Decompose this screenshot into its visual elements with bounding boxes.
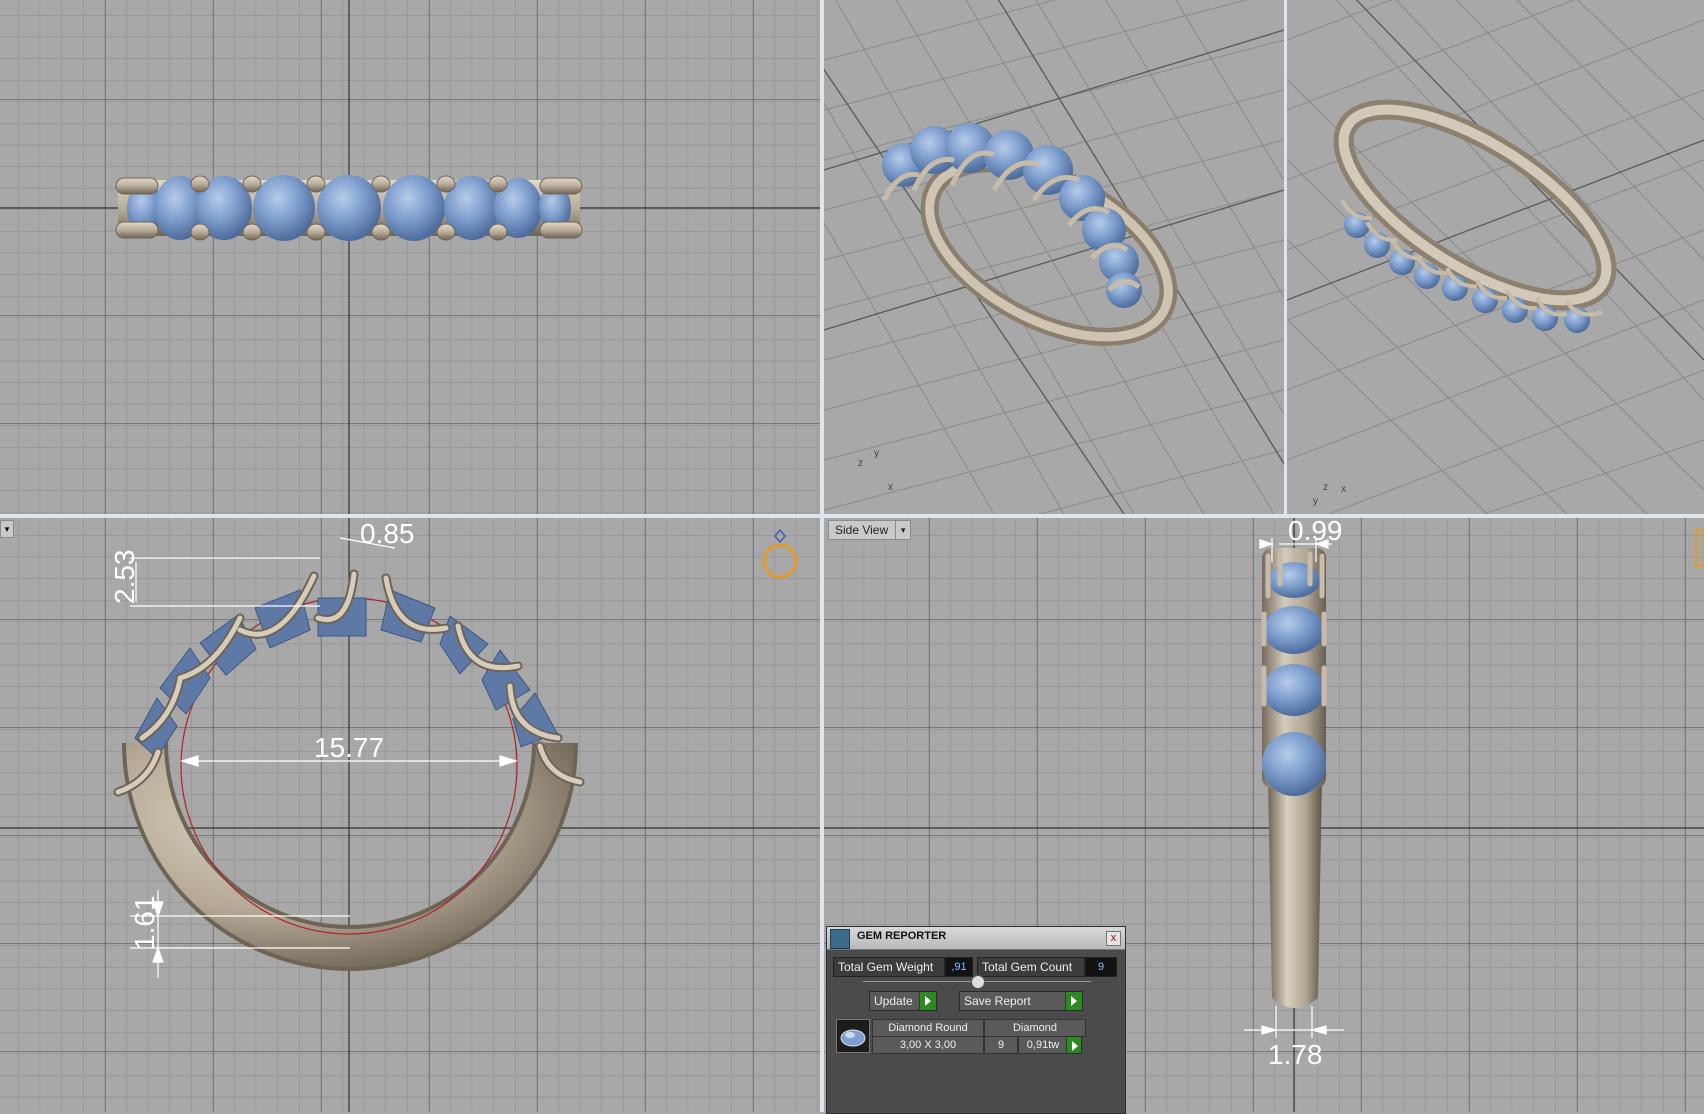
- gem-material: Diamond: [984, 1019, 1086, 1037]
- gem-reporter-panel: GEM REPORTER x Total Gem Weight ,91 Tota…: [826, 926, 1126, 1114]
- viewport-top[interactable]: [0, 0, 820, 514]
- diamond-thumbnail-icon: [836, 1019, 870, 1053]
- play-icon: [1065, 992, 1082, 1010]
- dim-side-bottom: 1.78: [1268, 1039, 1323, 1070]
- ring-top-view: [115, 175, 583, 241]
- dim-shank-top: 2.53: [109, 550, 140, 605]
- gem-reporter-title: GEM REPORTER: [857, 930, 947, 942]
- gem-weight: 0,91tw: [1018, 1036, 1068, 1054]
- dim-shank-bottom: 1.61: [129, 896, 160, 951]
- weight-slider-handle[interactable]: [971, 975, 985, 989]
- dim-top-width: 0.85: [360, 518, 415, 549]
- viewport-divider-horizontal[interactable]: [0, 514, 1704, 518]
- ring-gizmo-icon[interactable]: [762, 543, 798, 579]
- gem-list-row[interactable]: Diamond Round Diamond 3,00 X 3,00 9 0,91…: [836, 1019, 1092, 1054]
- viewport-perspective-2[interactable]: z x y: [1287, 0, 1704, 514]
- viewport-perspective[interactable]: z y x: [824, 0, 1284, 514]
- axis-indicator-2: z x y: [1313, 482, 1346, 507]
- dim-inner-diameter: 15.77: [314, 732, 384, 763]
- total-weight-value: ,91: [945, 957, 973, 977]
- total-count-label: Total Gem Count: [977, 957, 1085, 977]
- ring-front-view: 0.85 15.77 2.53 1.61: [109, 518, 798, 978]
- gem-reporter-icon: [830, 929, 850, 949]
- update-button[interactable]: Update: [869, 991, 937, 1011]
- total-weight-label: Total Gem Weight: [833, 957, 945, 977]
- view-label[interactable]: Side View ▾: [828, 520, 912, 540]
- total-count-value: 9: [1085, 957, 1117, 977]
- ring-perspective: [881, 123, 1178, 346]
- gem-reporter-titlebar[interactable]: GEM REPORTER x: [827, 927, 1125, 950]
- ring-perspective-2: [1333, 99, 1617, 333]
- play-icon: [919, 992, 936, 1010]
- viewport-divider-vertical[interactable]: [820, 0, 824, 1112]
- close-icon[interactable]: x: [1106, 931, 1121, 946]
- gem-row-go-button[interactable]: [1066, 1036, 1082, 1054]
- view-dropdown-left[interactable]: ▾: [0, 520, 14, 538]
- gem-count: 9: [984, 1036, 1018, 1054]
- save-report-button[interactable]: Save Report: [959, 991, 1083, 1011]
- gem-shape: Diamond Round: [872, 1019, 984, 1037]
- dim-side-top: 0.99: [1288, 518, 1343, 546]
- chevron-down-icon[interactable]: ▾: [895, 521, 910, 539]
- gem-size: 3,00 X 3,00: [872, 1036, 984, 1054]
- axis-indicator: z y x: [858, 448, 893, 493]
- viewport-front[interactable]: 0.85 15.77 2.53 1.61 ▾: [0, 518, 820, 1112]
- viewport-divider-vertical-2[interactable]: [1284, 0, 1287, 514]
